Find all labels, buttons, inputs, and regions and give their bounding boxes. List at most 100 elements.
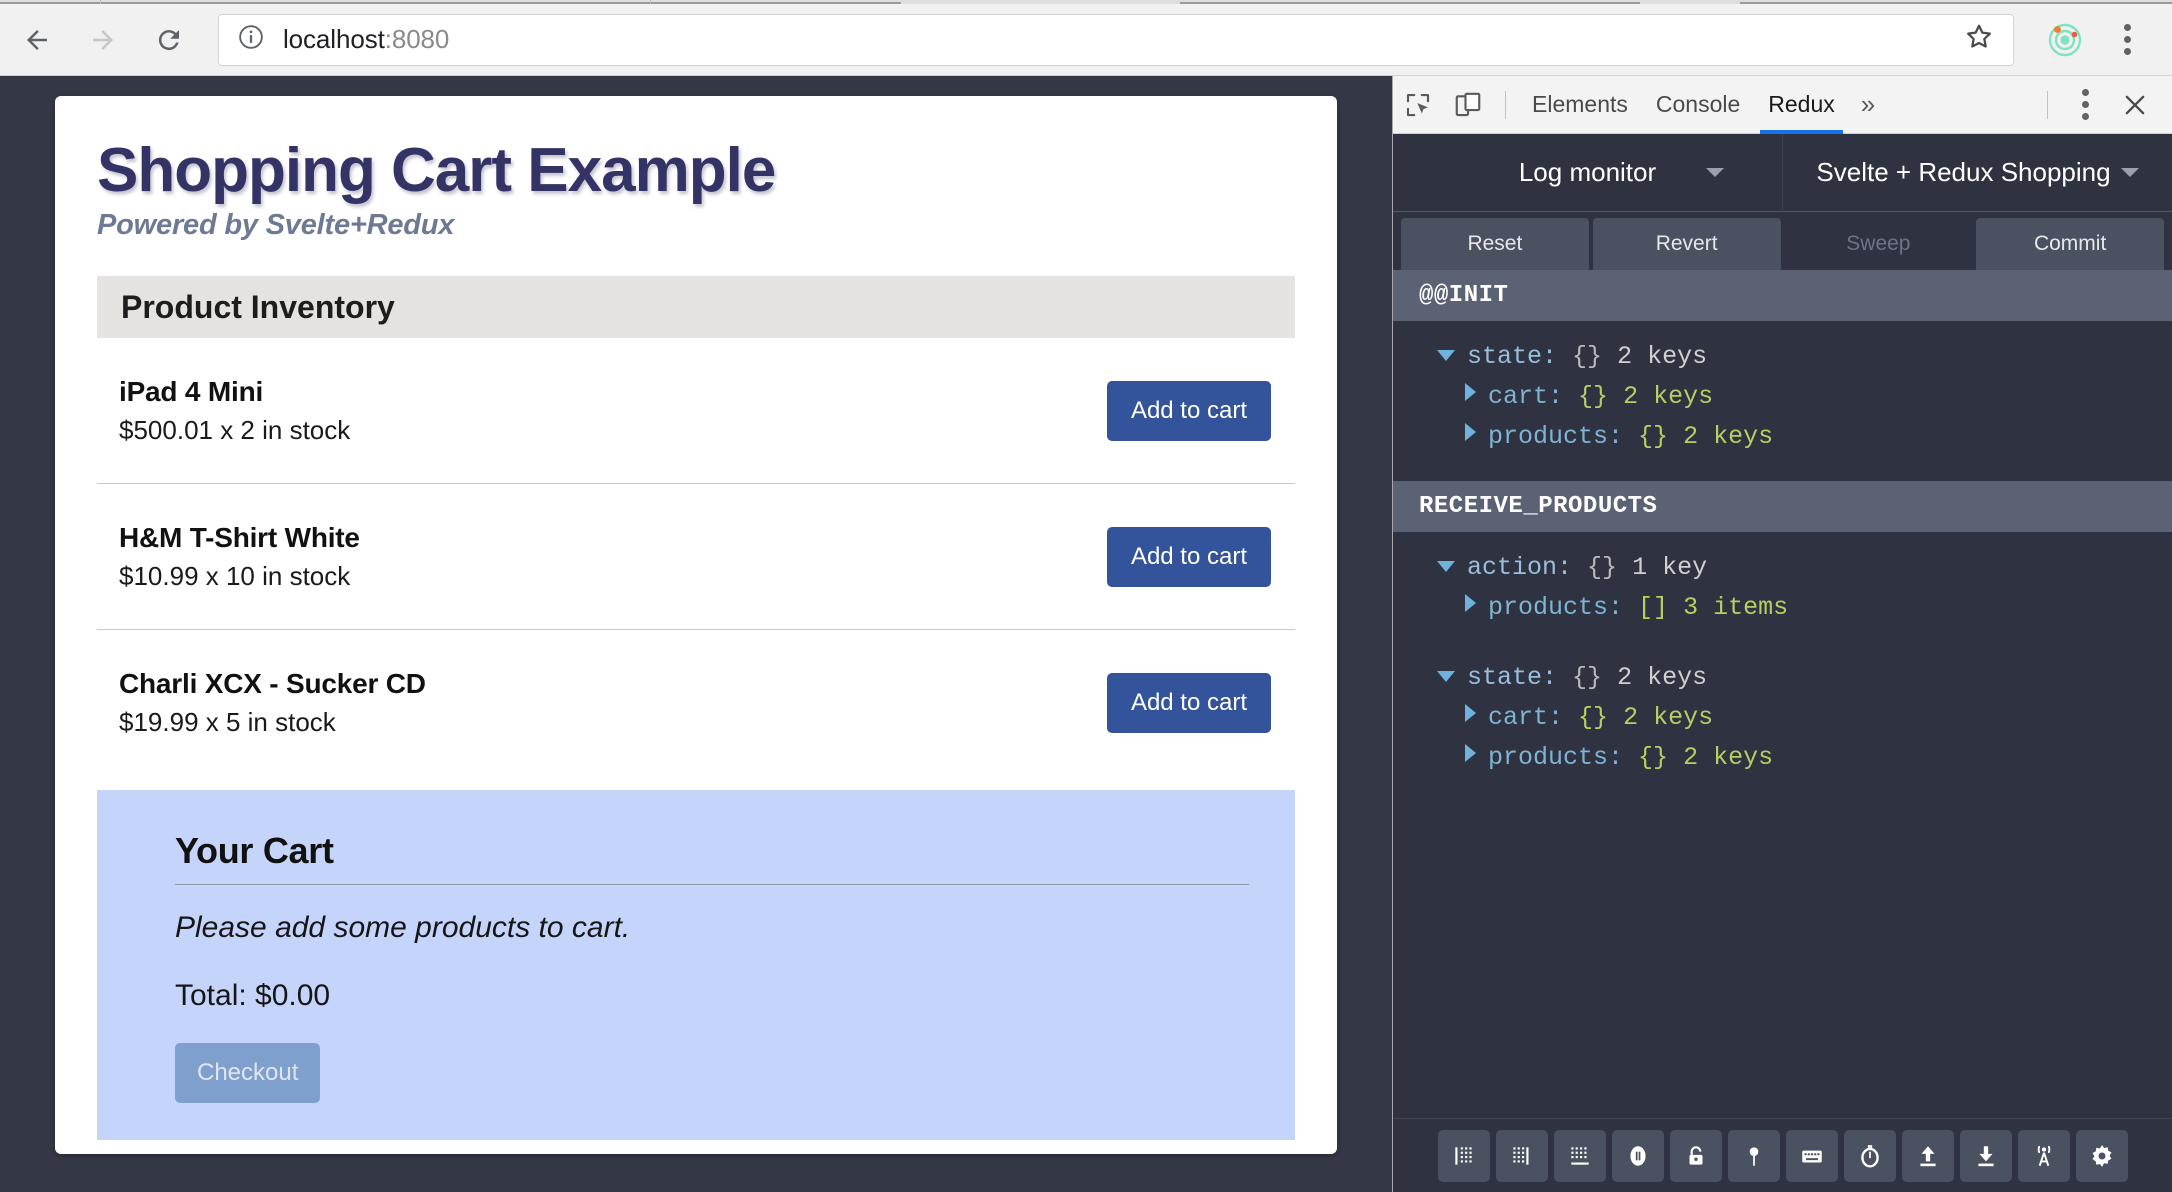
log-node-key: cart: — [1488, 703, 1563, 732]
log-node-child[interactable]: products: {} 2 keys — [1393, 417, 2172, 457]
log-node-child[interactable]: cart: {} 2 keys — [1393, 377, 2172, 417]
add-to-cart-button[interactable]: Add to cart — [1107, 673, 1271, 733]
triangle-down-icon — [1437, 350, 1455, 361]
devtools-options-button[interactable] — [2060, 76, 2110, 134]
arrow-right-icon — [88, 25, 118, 55]
cart-total: Total: $0.00 — [175, 979, 1249, 1013]
info-circle-icon[interactable] — [237, 23, 265, 56]
close-icon — [2121, 91, 2149, 119]
inventory-heading-label: Product Inventory — [121, 289, 395, 326]
lock-icon[interactable] — [1670, 1130, 1722, 1182]
product-name: iPad 4 Mini — [119, 376, 350, 408]
toolbar-divider — [1505, 91, 1506, 119]
more-tabs-button[interactable]: » — [1849, 89, 1887, 120]
stopwatch-icon[interactable] — [1844, 1130, 1896, 1182]
monitor-select-value: Log monitor — [1519, 157, 1656, 188]
arrow-left-icon — [22, 25, 52, 55]
inspect-element-button[interactable] — [1393, 76, 1443, 134]
triangle-right-icon — [1465, 594, 1476, 612]
log-node-key: products: — [1488, 422, 1623, 451]
add-to-cart-button[interactable]: Add to cart — [1107, 381, 1271, 441]
three-dot-menu-icon — [2082, 89, 2089, 120]
log-node-count: 2 keys — [1617, 663, 1707, 692]
chevron-down-icon — [1706, 168, 1724, 177]
log-node-child[interactable]: products: [] 3 items — [1393, 588, 2172, 628]
devtools-panel: Elements Console Redux » Log monitor Sve… — [1392, 76, 2172, 1192]
log-node-brace: {} — [1638, 743, 1668, 772]
log-node-brace: {} — [1578, 703, 1608, 732]
log-node-root[interactable]: state: {} 2 keys — [1393, 658, 2172, 698]
address-bar-text: localhost:8080 — [283, 24, 1963, 55]
product-name: Charli XCX - Sucker CD — [119, 668, 426, 700]
remote-broadcast-icon[interactable] — [2018, 1130, 2070, 1182]
address-suffix: :8080 — [385, 24, 450, 54]
pin-icon[interactable] — [1728, 1130, 1780, 1182]
extension-orbit-icon[interactable] — [2034, 18, 2096, 62]
log-action-header[interactable]: RECEIVE_PRODUCTS — [1393, 481, 2172, 532]
page-viewport: Shopping Cart Example Powered by Svelte+… — [0, 76, 1392, 1192]
product-row: Charli XCX - Sucker CD $19.99 x 5 in sto… — [97, 630, 1295, 776]
log-node-child[interactable]: cart: {} 2 keys — [1393, 698, 2172, 738]
tab-elements[interactable]: Elements — [1518, 76, 1642, 134]
inspector-monitor-icon[interactable] — [1496, 1130, 1548, 1182]
redux-action-buttons: Reset Revert Sweep Commit — [1393, 212, 2172, 270]
triangle-down-icon — [1437, 671, 1455, 682]
address-bar[interactable]: localhost:8080 — [218, 14, 2014, 66]
page-title: Shopping Cart Example — [97, 138, 1295, 203]
reload-button[interactable] — [140, 11, 198, 69]
device-toolbar-icon — [1453, 90, 1483, 120]
import-upload-icon[interactable] — [1902, 1130, 1954, 1182]
three-dot-menu-icon — [2124, 24, 2131, 55]
chart-monitor-icon[interactable] — [1438, 1130, 1490, 1182]
commit-button[interactable]: Commit — [1976, 218, 2164, 270]
log-node-child[interactable]: products: {} 2 keys — [1393, 738, 2172, 778]
log-node-brace: {} — [1638, 422, 1668, 451]
forward-button — [74, 11, 132, 69]
settings-gear-icon[interactable] — [2076, 1130, 2128, 1182]
log-node-key: state: — [1467, 663, 1557, 692]
inventory-heading: Product Inventory — [97, 276, 1295, 338]
tab-console[interactable]: Console — [1642, 76, 1754, 134]
cart-empty-message: Please add some products to cart. — [175, 911, 1249, 945]
monitor-select[interactable]: Log monitor — [1393, 134, 1782, 212]
slider-monitor-icon[interactable] — [1554, 1130, 1606, 1182]
log-node-brace: {} — [1572, 342, 1602, 371]
product-info: H&M T-Shirt White $10.99 x 10 in stock — [119, 522, 360, 592]
cart-panel: Your Cart Please add some products to ca… — [97, 790, 1295, 1140]
device-toolbar-button[interactable] — [1443, 76, 1493, 134]
tab-redux[interactable]: Redux — [1754, 76, 1848, 134]
sweep-button: Sweep — [1785, 218, 1973, 270]
export-download-icon[interactable] — [1960, 1130, 2012, 1182]
cart-heading: Your Cart — [175, 830, 1249, 885]
devtools-close-button[interactable] — [2110, 76, 2160, 134]
product-meta: $19.99 x 5 in stock — [119, 707, 426, 738]
bookmark-star-icon[interactable] — [1963, 21, 1995, 58]
checkout-button[interactable]: Checkout — [175, 1043, 320, 1103]
log-node-count: 1 key — [1632, 553, 1707, 582]
revert-button[interactable]: Revert — [1593, 218, 1781, 270]
add-to-cart-button[interactable]: Add to cart — [1107, 527, 1271, 587]
instance-select[interactable]: Svelte + Redux Shopping — [1782, 134, 2172, 212]
log-node-count: 2 keys — [1623, 703, 1713, 732]
log-node-count: 2 keys — [1617, 342, 1707, 371]
log-node-brace: [] — [1638, 593, 1668, 622]
product-row: iPad 4 Mini $500.01 x 2 in stock Add to … — [97, 338, 1295, 484]
keyboard-icon[interactable] — [1786, 1130, 1838, 1182]
pause-icon[interactable] — [1612, 1130, 1664, 1182]
log-node-key: action: — [1467, 553, 1572, 582]
redux-monitor-header: Log monitor Svelte + Redux Shopping — [1393, 134, 2172, 212]
browser-menu-button[interactable] — [2096, 24, 2158, 55]
log-node-key: products: — [1488, 593, 1623, 622]
toolbar-divider — [2047, 91, 2048, 119]
chevron-down-icon — [2121, 168, 2139, 177]
redux-log-monitor[interactable]: @@INIT state: {} 2 keys cart: {} 2 keys … — [1393, 270, 2172, 1118]
log-node-root[interactable]: action: {} 1 key — [1393, 548, 2172, 588]
product-meta: $10.99 x 10 in stock — [119, 561, 360, 592]
triangle-right-icon — [1465, 744, 1476, 762]
reset-button[interactable]: Reset — [1401, 218, 1589, 270]
log-node-root[interactable]: state: {} 2 keys — [1393, 337, 2172, 377]
product-name: H&M T-Shirt White — [119, 522, 360, 554]
app-card: Shopping Cart Example Powered by Svelte+… — [55, 96, 1337, 1154]
back-button[interactable] — [8, 11, 66, 69]
log-action-header[interactable]: @@INIT — [1393, 270, 2172, 321]
